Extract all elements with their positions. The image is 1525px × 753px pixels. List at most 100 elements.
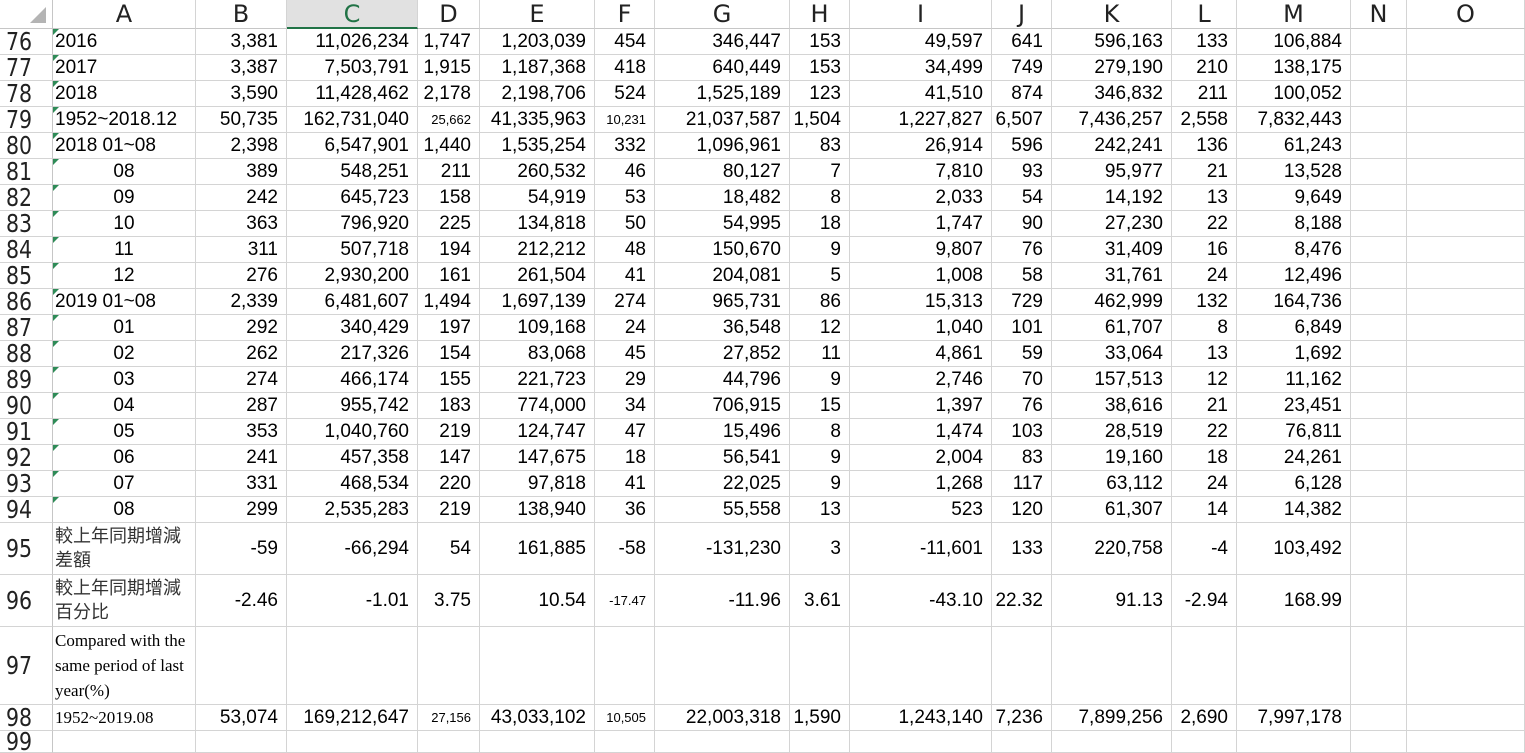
cell-l80[interactable]: 136 — [1172, 133, 1237, 159]
column-header-n[interactable]: N — [1351, 0, 1407, 29]
cell-e77[interactable]: 1,187,368 — [480, 55, 595, 81]
row-header-94[interactable]: 94 — [0, 495, 53, 524]
cell-m77[interactable]: 138,175 — [1237, 55, 1351, 81]
cell-l87[interactable]: 8 — [1172, 315, 1237, 341]
cell-o95[interactable] — [1407, 523, 1525, 575]
cell-o81[interactable] — [1407, 159, 1525, 185]
row-header-93[interactable]: 93 — [0, 469, 53, 498]
cell-g85[interactable]: 204,081 — [655, 263, 790, 289]
cell-b93[interactable]: 331 — [196, 471, 287, 497]
cell-n84[interactable] — [1351, 237, 1407, 263]
cell-j95[interactable]: 133 — [992, 523, 1052, 575]
cell-g77[interactable]: 640,449 — [655, 55, 790, 81]
cell-c91[interactable]: 1,040,760 — [287, 419, 418, 445]
cell-b82[interactable]: 242 — [196, 185, 287, 211]
cell-g94[interactable]: 55,558 — [655, 497, 790, 523]
cell-g98[interactable]: 22,003,318 — [655, 705, 790, 731]
cell-o87[interactable] — [1407, 315, 1525, 341]
cell-j81[interactable]: 93 — [992, 159, 1052, 185]
cell-e87[interactable]: 109,168 — [480, 315, 595, 341]
cell-f85[interactable]: 41 — [595, 263, 655, 289]
cell-f91[interactable]: 47 — [595, 419, 655, 445]
cell-j96[interactable]: 22.32 — [992, 575, 1052, 627]
cell-g80[interactable]: 1,096,961 — [655, 133, 790, 159]
cell-m89[interactable]: 11,162 — [1237, 367, 1351, 393]
cell-n99[interactable] — [1351, 731, 1407, 753]
cell-f97[interactable] — [595, 627, 655, 705]
cell-h99[interactable] — [790, 731, 850, 753]
column-header-m[interactable]: M — [1237, 0, 1351, 29]
cell-b76[interactable]: 3,381 — [196, 29, 287, 55]
cell-b80[interactable]: 2,398 — [196, 133, 287, 159]
cell-k77[interactable]: 279,190 — [1052, 55, 1172, 81]
cell-l99[interactable] — [1172, 731, 1237, 753]
cell-d94[interactable]: 219 — [418, 497, 480, 523]
cell-d81[interactable]: 211 — [418, 159, 480, 185]
cell-g87[interactable]: 36,548 — [655, 315, 790, 341]
column-header-o[interactable]: O — [1407, 0, 1525, 29]
cell-a96[interactable]: 較上年同期增減百分比 — [53, 575, 196, 627]
cell-j90[interactable]: 76 — [992, 393, 1052, 419]
cell-c84[interactable]: 507,718 — [287, 237, 418, 263]
cell-h78[interactable]: 123 — [790, 81, 850, 107]
cell-o90[interactable] — [1407, 393, 1525, 419]
cell-n83[interactable] — [1351, 211, 1407, 237]
cell-m83[interactable]: 8,188 — [1237, 211, 1351, 237]
row-header-82[interactable]: 82 — [0, 183, 53, 212]
cell-j87[interactable]: 101 — [992, 315, 1052, 341]
cell-k80[interactable]: 242,241 — [1052, 133, 1172, 159]
cell-k89[interactable]: 157,513 — [1052, 367, 1172, 393]
cell-e97[interactable] — [480, 627, 595, 705]
cell-e92[interactable]: 147,675 — [480, 445, 595, 471]
cell-f89[interactable]: 29 — [595, 367, 655, 393]
cell-j94[interactable]: 120 — [992, 497, 1052, 523]
cell-g84[interactable]: 150,670 — [655, 237, 790, 263]
cell-j88[interactable]: 59 — [992, 341, 1052, 367]
cell-b97[interactable] — [196, 627, 287, 705]
cell-f96[interactable]: -17.47 — [595, 575, 655, 627]
cell-a85[interactable]: 12 — [53, 263, 196, 289]
cell-d97[interactable] — [418, 627, 480, 705]
column-header-j[interactable]: J — [992, 0, 1052, 29]
cell-i77[interactable]: 34,499 — [850, 55, 992, 81]
cell-h86[interactable]: 86 — [790, 289, 850, 315]
cell-f87[interactable]: 24 — [595, 315, 655, 341]
cell-l77[interactable]: 210 — [1172, 55, 1237, 81]
cell-h97[interactable] — [790, 627, 850, 705]
cell-b90[interactable]: 287 — [196, 393, 287, 419]
column-header-h[interactable]: H — [790, 0, 850, 29]
cell-h96[interactable]: 3.61 — [790, 575, 850, 627]
cell-h94[interactable]: 13 — [790, 497, 850, 523]
cell-n81[interactable] — [1351, 159, 1407, 185]
cell-f81[interactable]: 46 — [595, 159, 655, 185]
cell-c82[interactable]: 645,723 — [287, 185, 418, 211]
cell-i87[interactable]: 1,040 — [850, 315, 992, 341]
cell-h80[interactable]: 83 — [790, 133, 850, 159]
cell-j77[interactable]: 749 — [992, 55, 1052, 81]
cell-a98[interactable]: 1952~2019.08 — [53, 705, 196, 731]
cell-a84[interactable]: 11 — [53, 237, 196, 263]
cell-i85[interactable]: 1,008 — [850, 263, 992, 289]
cell-d77[interactable]: 1,915 — [418, 55, 480, 81]
cell-i95[interactable]: -11,601 — [850, 523, 992, 575]
cell-b89[interactable]: 274 — [196, 367, 287, 393]
cell-k86[interactable]: 462,999 — [1052, 289, 1172, 315]
cell-b96[interactable]: -2.46 — [196, 575, 287, 627]
cell-f79[interactable]: 10,231 — [595, 107, 655, 133]
cell-d89[interactable]: 155 — [418, 367, 480, 393]
cell-n92[interactable] — [1351, 445, 1407, 471]
cell-j85[interactable]: 58 — [992, 263, 1052, 289]
cell-j89[interactable]: 70 — [992, 367, 1052, 393]
cell-o78[interactable] — [1407, 81, 1525, 107]
cell-h98[interactable]: 1,590 — [790, 705, 850, 731]
cell-m82[interactable]: 9,649 — [1237, 185, 1351, 211]
cell-g91[interactable]: 15,496 — [655, 419, 790, 445]
cell-o97[interactable] — [1407, 627, 1525, 705]
cell-e90[interactable]: 774,000 — [480, 393, 595, 419]
column-header-b[interactable]: B — [196, 0, 287, 29]
cell-g82[interactable]: 18,482 — [655, 185, 790, 211]
cell-i89[interactable]: 2,746 — [850, 367, 992, 393]
cell-d84[interactable]: 194 — [418, 237, 480, 263]
cell-j99[interactable] — [992, 731, 1052, 753]
cell-f98[interactable]: 10,505 — [595, 705, 655, 731]
